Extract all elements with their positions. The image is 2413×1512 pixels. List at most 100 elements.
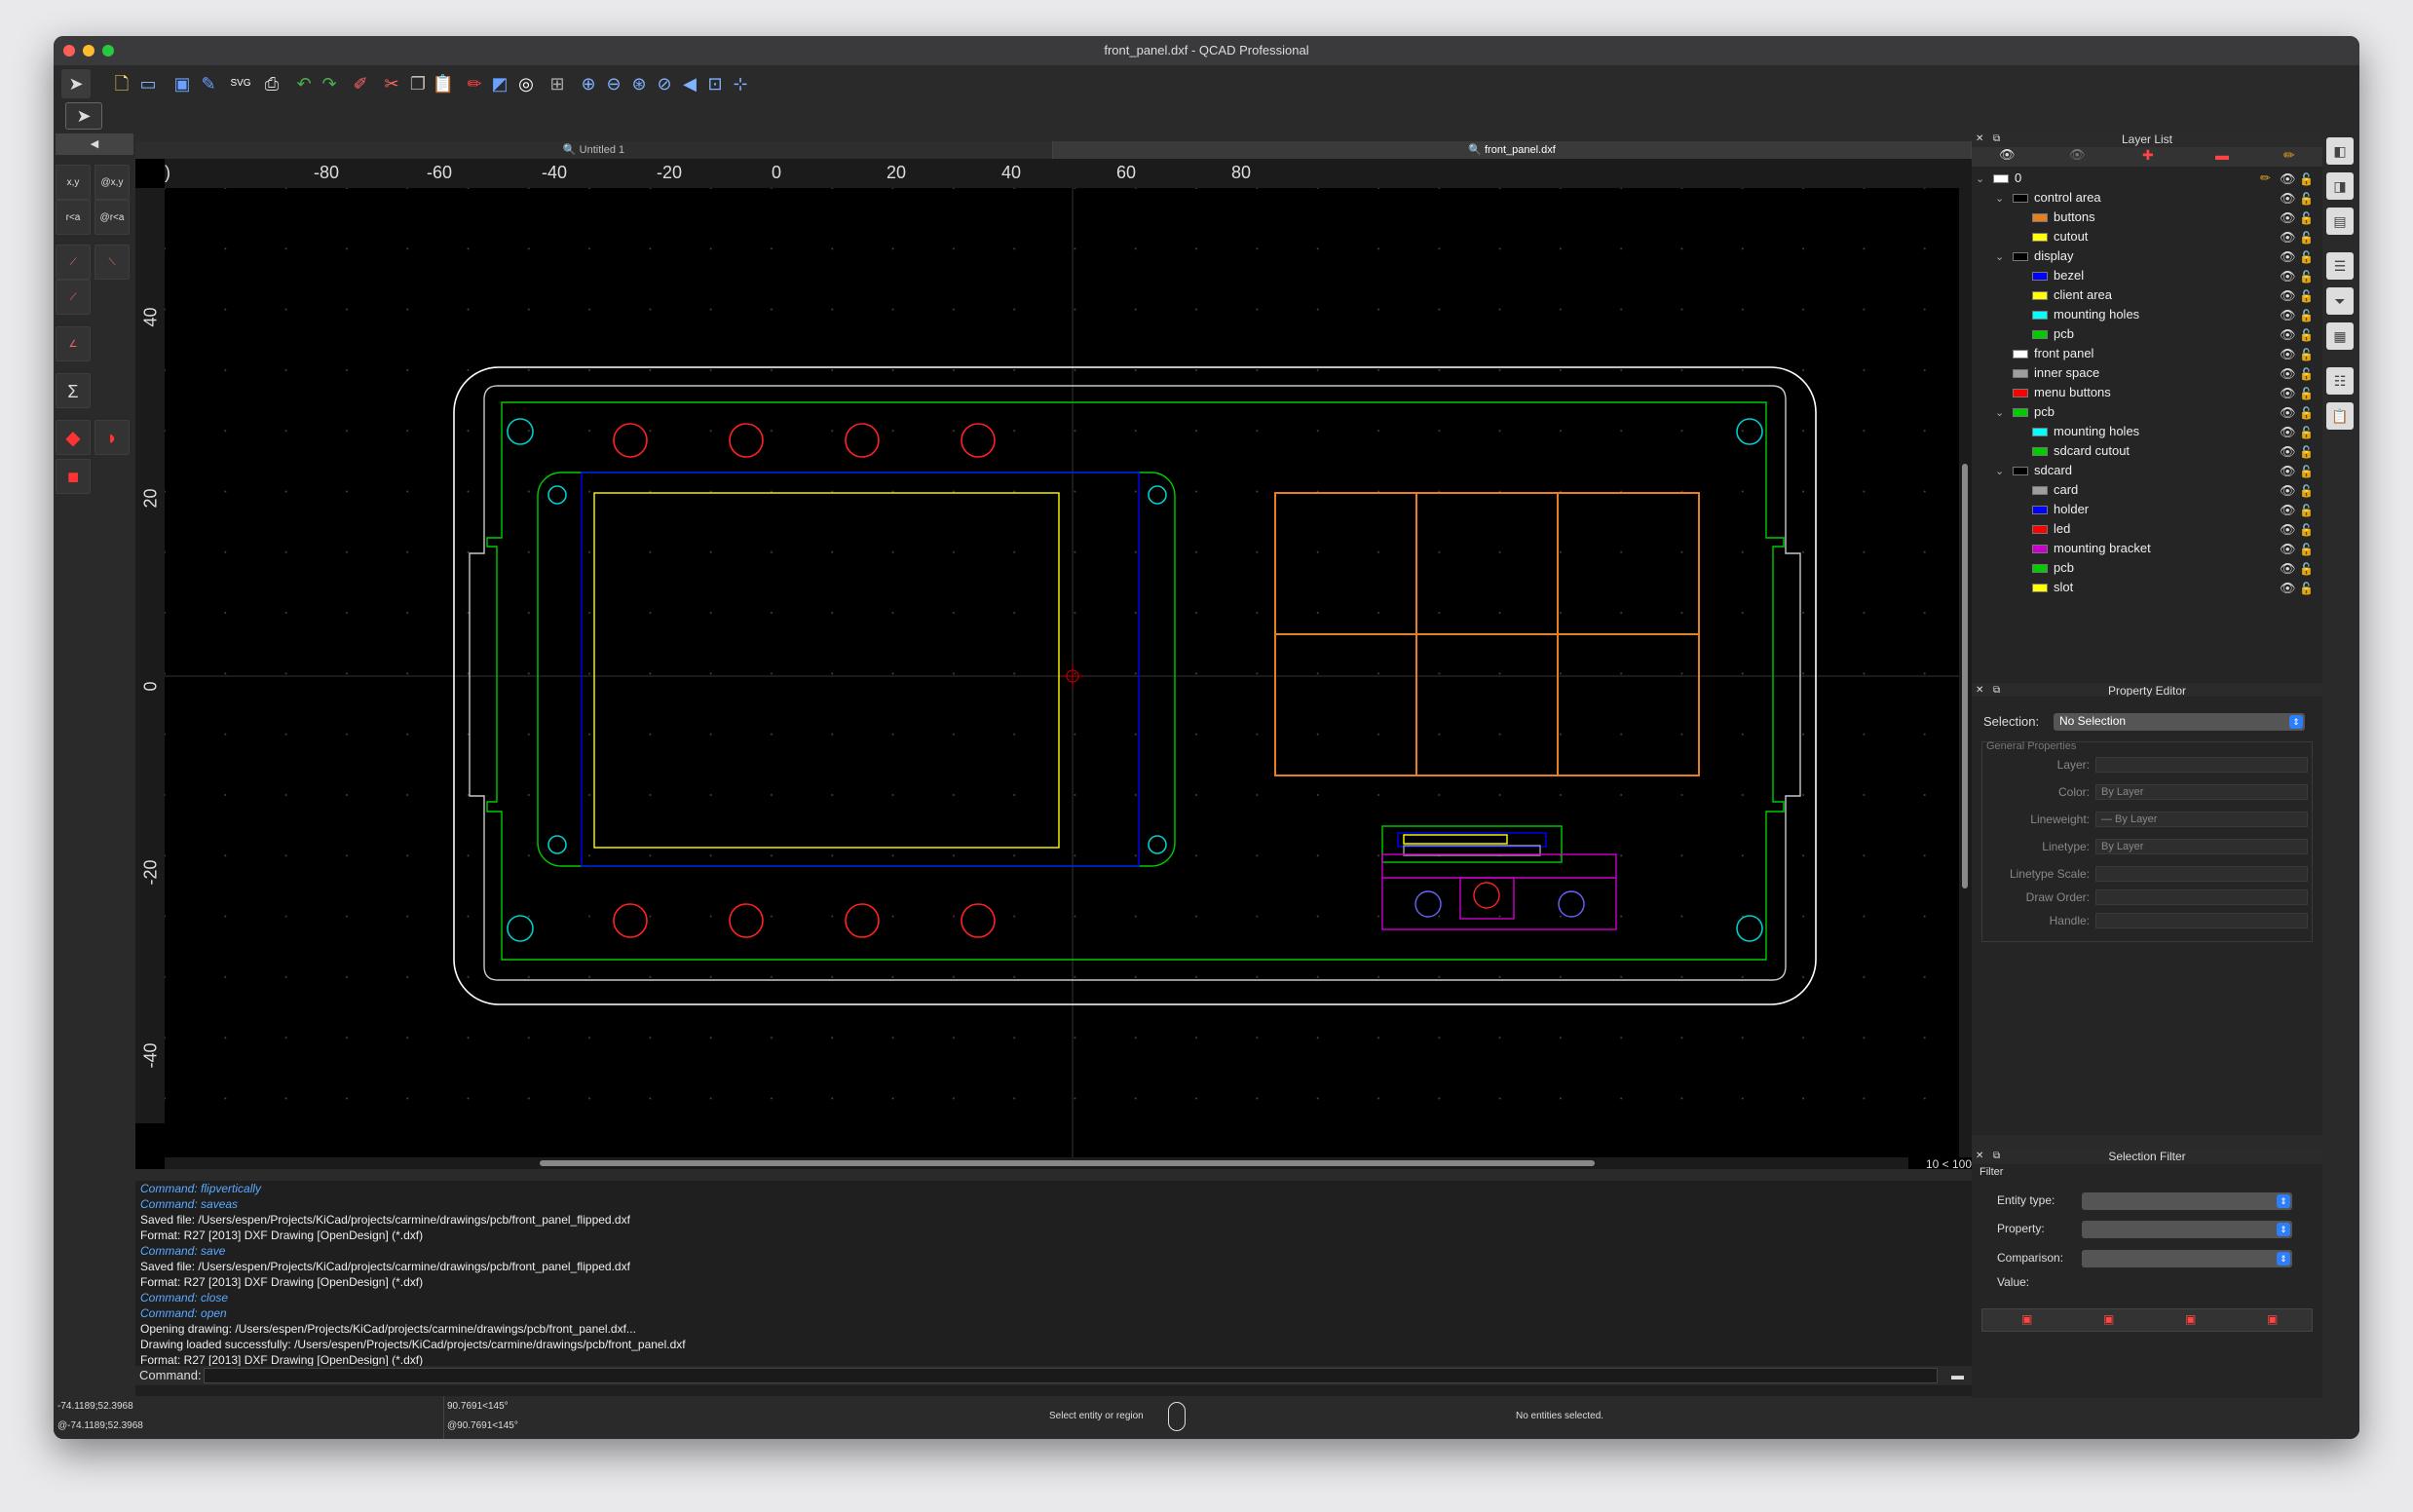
- arc-fill-tool-icon[interactable]: ◗: [94, 420, 130, 455]
- eye-icon[interactable]: 👁: [2280, 520, 2296, 540]
- line-angle-tool-icon[interactable]: ⟍: [94, 245, 130, 280]
- eye-icon[interactable]: 👁: [2280, 540, 2296, 559]
- eye-icon[interactable]: 👁: [2280, 462, 2296, 481]
- layer-color-swatch[interactable]: [2032, 564, 2048, 573]
- angle-tool-icon[interactable]: ∠: [56, 326, 91, 361]
- line-relative-tool-icon[interactable]: ⟋: [56, 280, 91, 315]
- layer-row[interactable]: inner space 👁 🔓: [1972, 363, 2322, 383]
- eye-icon[interactable]: 👁: [2280, 228, 2296, 247]
- property-field[interactable]: [2095, 757, 2308, 773]
- layer-color-swatch[interactable]: [2013, 389, 2028, 397]
- layer-color-swatch[interactable]: [2032, 233, 2048, 242]
- eye-icon[interactable]: 👁: [2280, 423, 2296, 442]
- layer-row[interactable]: ⌄ display 👁 🔓: [1972, 246, 2322, 266]
- dock-tab-filter-icon[interactable]: ⏷: [2326, 287, 2354, 315]
- property-dropdown[interactable]: ⇕: [2082, 1221, 2292, 1238]
- eye-icon[interactable]: 👁: [2280, 559, 2296, 579]
- select-arrow-icon[interactable]: ➤: [65, 102, 102, 130]
- filter-select-icon[interactable]: ▣: [2021, 1312, 2032, 1326]
- layer-color-swatch[interactable]: [2013, 252, 2028, 261]
- print-icon[interactable]: ⎙: [257, 69, 286, 98]
- layer-color-swatch[interactable]: [2032, 545, 2048, 553]
- lock-icon[interactable]: 🔓: [2299, 228, 2314, 247]
- comparison-dropdown[interactable]: ⇕: [2082, 1250, 2292, 1267]
- layer-color-swatch[interactable]: [2032, 447, 2048, 456]
- lock-icon[interactable]: 🔓: [2299, 579, 2314, 598]
- lock-icon[interactable]: 🔓: [2299, 189, 2314, 208]
- coord-rel-xy-tool[interactable]: @x,y: [94, 165, 130, 200]
- edit-layer-icon[interactable]: ✏: [2283, 147, 2295, 164]
- eye-icon[interactable]: 👁: [2280, 481, 2296, 501]
- back-arrow-icon[interactable]: ◀: [56, 133, 133, 155]
- layer-color-swatch[interactable]: [2013, 194, 2028, 203]
- horizontal-scroll-thumb[interactable]: [540, 1160, 1595, 1166]
- eye-icon[interactable]: 👁: [2280, 501, 2296, 520]
- layer-row[interactable]: sdcard cutout 👁 🔓: [1972, 441, 2322, 461]
- eye-icon[interactable]: 👁: [2280, 170, 2296, 189]
- lock-icon[interactable]: 🔓: [2299, 403, 2314, 423]
- layer-row[interactable]: ⌄ pcb 👁 🔓: [1972, 402, 2322, 422]
- tab-front-panel[interactable]: 🔍 front_panel.dxf: [1053, 141, 1972, 159]
- coord-xy-tool[interactable]: x,y: [56, 165, 91, 200]
- new-file-icon[interactable]: 🗋: [107, 69, 136, 98]
- chevron-down-icon[interactable]: ⌄: [1995, 189, 2004, 208]
- eye-icon[interactable]: 👁: [2280, 325, 2296, 345]
- lock-icon[interactable]: 🔓: [2299, 247, 2314, 267]
- vertical-scrollbar[interactable]: [1959, 188, 1972, 1157]
- lock-icon[interactable]: 🔓: [2299, 286, 2314, 306]
- filter-add-icon[interactable]: ▣: [2103, 1312, 2114, 1326]
- layer-row[interactable]: front panel 👁 🔓: [1972, 344, 2322, 363]
- chevron-down-icon[interactable]: ⌄: [1995, 462, 2004, 481]
- redo-icon[interactable]: ↷: [315, 69, 344, 98]
- sigma-tool-icon[interactable]: Σ: [56, 373, 91, 408]
- lock-icon[interactable]: 🔓: [2299, 520, 2314, 540]
- horizontal-scrollbar[interactable]: [165, 1157, 1908, 1169]
- lock-icon[interactable]: 🔓: [2299, 501, 2314, 520]
- rounded-rect-tool-icon[interactable]: ■: [56, 459, 91, 494]
- filter-clear-icon[interactable]: ▣: [2267, 1312, 2278, 1326]
- layer-color-swatch[interactable]: [2032, 291, 2048, 300]
- layer-row[interactable]: pcb 👁 🔓: [1972, 324, 2322, 344]
- layer-color-swatch[interactable]: [2032, 525, 2048, 534]
- layer-row[interactable]: bezel 👁 🔓: [1972, 266, 2322, 285]
- circle-tool-icon[interactable]: ◎: [511, 69, 541, 98]
- lock-icon[interactable]: 🔓: [2299, 442, 2314, 462]
- layer-row[interactable]: ⌄ sdcard 👁 🔓: [1972, 461, 2322, 480]
- eye-icon[interactable]: 👁: [2280, 345, 2296, 364]
- lock-icon[interactable]: 🔓: [2299, 267, 2314, 286]
- command-history-icon[interactable]: ▬: [1951, 1366, 1964, 1385]
- hide-all-layers-icon[interactable]: 👁: [2069, 147, 2086, 163]
- layer-color-swatch[interactable]: [2032, 486, 2048, 495]
- layer-row[interactable]: buttons 👁 🔓: [1972, 208, 2322, 227]
- layer-color-swatch[interactable]: [2032, 330, 2048, 339]
- layer-color-swatch[interactable]: [1993, 174, 2009, 183]
- filter-deselect-icon[interactable]: ▣: [2185, 1312, 2196, 1326]
- grid-icon[interactable]: ⊞: [543, 69, 572, 98]
- close-icon[interactable]: ✕: [1976, 1149, 1983, 1164]
- eye-icon[interactable]: 👁: [2280, 579, 2296, 598]
- layer-row[interactable]: holder 👁 🔓: [1972, 500, 2322, 519]
- add-layer-icon[interactable]: ✚: [2142, 147, 2154, 164]
- layer-color-swatch[interactable]: [2013, 408, 2028, 417]
- layer-color-swatch[interactable]: [2032, 428, 2048, 436]
- layer-row[interactable]: ⌄ control area 👁 🔓: [1972, 188, 2322, 208]
- layer-color-swatch[interactable]: [2032, 584, 2048, 592]
- coord-rel-polar-tool[interactable]: @r<a: [94, 200, 130, 235]
- close-window-button[interactable]: [63, 45, 75, 57]
- entity-type-dropdown[interactable]: ⇕: [2082, 1192, 2292, 1210]
- lock-icon[interactable]: 🔓: [2299, 345, 2314, 364]
- float-icon[interactable]: ⧉: [1993, 1149, 2000, 1164]
- lock-icon[interactable]: 🔓: [2299, 325, 2314, 345]
- property-field[interactable]: [2095, 913, 2308, 928]
- layer-row[interactable]: menu buttons 👁 🔓: [1972, 383, 2322, 402]
- lock-icon[interactable]: 🔓: [2299, 462, 2314, 481]
- lock-icon[interactable]: 🔓: [2299, 423, 2314, 442]
- layer-color-swatch[interactable]: [2013, 467, 2028, 475]
- shape-fill-tool-icon[interactable]: ◆: [56, 420, 91, 455]
- eye-icon[interactable]: 👁: [2280, 384, 2296, 403]
- lock-icon[interactable]: 🔓: [2299, 481, 2314, 501]
- layer-row[interactable]: cutout 👁 🔓: [1972, 227, 2322, 246]
- dock-tab-command-icon[interactable]: ▦: [2326, 322, 2354, 350]
- lock-icon[interactable]: 🔓: [2299, 306, 2314, 325]
- eye-icon[interactable]: 👁: [2280, 306, 2296, 325]
